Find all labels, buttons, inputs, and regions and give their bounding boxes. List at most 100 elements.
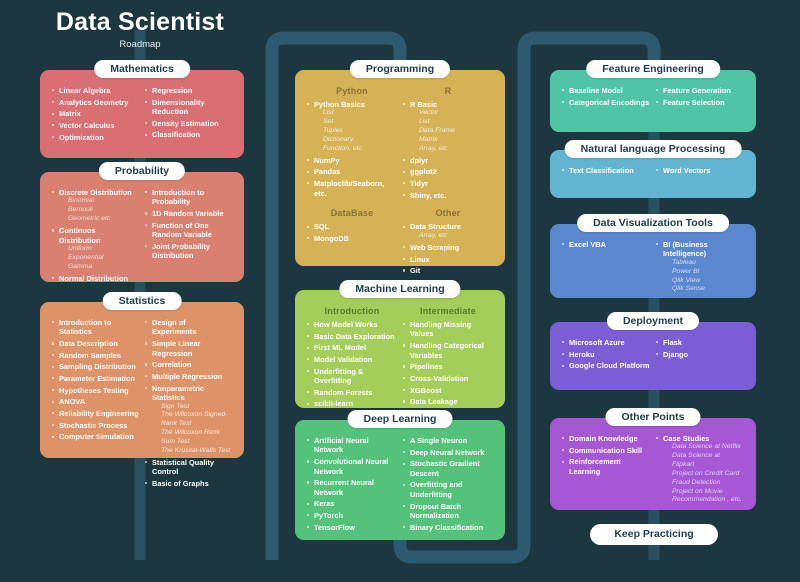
topic-item[interactable]: Correlation [145,360,232,369]
topic-item[interactable]: Flask [656,338,744,347]
card-deployment[interactable]: Deployment Microsoft Azure Heroku Google C… [550,312,756,390]
topic-item[interactable]: MongoDB [307,234,397,243]
topic-item[interactable]: Python Basics List Set Tuples Dictionary Func… [307,100,397,154]
topic-item[interactable]: Nonparametric Statistics Sign Test The Wil… [145,384,232,456]
topic-item[interactable]: Design of Experiments [145,318,232,337]
topic-item[interactable]: Git [403,266,493,275]
topic-item[interactable]: Excel VBA [562,240,650,249]
topic-item[interactable]: Classification [145,130,232,139]
topic-item[interactable]: Random Forests [307,388,397,397]
topic-item[interactable]: Feature Selection [656,98,744,107]
topic-item[interactable]: Stochastic Gradient Descent [403,459,493,478]
topic-item[interactable]: Word Vectors [656,166,744,175]
topic-item[interactable]: ANOVA [52,397,139,406]
topic-item[interactable]: SQL [307,222,397,231]
topic-item[interactable]: Deep Neural Network [403,448,493,457]
topic-item[interactable]: Shiny, etc. [403,191,493,200]
topic-item[interactable]: Discrete Distribution Binomial Bernouli Geo… [52,188,139,224]
topic-item[interactable]: BI (Business Intelligence) Tableau Power B… [656,240,744,294]
topic-item[interactable]: Reliability Engineering [52,409,139,418]
topic-item[interactable]: scikit-learn [307,399,397,408]
card-probability[interactable]: Probability Discrete Distribution Binomia… [40,162,244,283]
topic-item[interactable]: Matrix [52,109,139,118]
card-nlp[interactable]: Natural language Processing Text Classif… [550,140,756,198]
card-feature-engineering[interactable]: Feature Engineering Baseline Model Catego… [550,60,756,132]
topic-item[interactable]: Statistical Quality Control [145,458,232,477]
topic-item[interactable]: TensorFlow [307,523,397,532]
topic-item[interactable]: Hypotheses Testing [52,386,139,395]
card-programming[interactable]: Programming Python Python Basics List Set Tu… [295,60,505,275]
topic-item[interactable]: Web Scraping [403,243,493,252]
topic-item[interactable]: PyTorch [307,511,397,520]
topic-item[interactable]: A Single Neuron [403,436,493,445]
topic-item[interactable]: Continuos Distribution Uniform Exponential… [52,226,139,271]
topic-item[interactable]: dplyr [403,156,493,165]
topic-item[interactable]: Vector Calculus [52,121,139,130]
topic-item[interactable]: Categorical Encodings [562,98,650,107]
topic-item[interactable]: Baseline Model [562,86,650,95]
topic-item[interactable]: Function of One Random Variable [145,221,232,240]
topic-item[interactable]: Introduction to Probability [145,188,232,207]
topic-item[interactable]: Linux [403,255,493,264]
card-statistics[interactable]: Statistics Introduction to Statistics Dat… [40,292,244,488]
topic-item[interactable]: Keras [307,499,397,508]
topic-item[interactable]: Normal Distribution [52,274,139,283]
topic-item[interactable]: Text Classification [562,166,650,175]
topic-item[interactable]: Basic of Graphs [145,479,232,488]
card-other-points[interactable]: Other Points Domain Knowledge Communicati… [550,408,756,510]
topic-item[interactable]: Handling Missing Values [403,320,493,339]
topic-item[interactable]: Tidyr [403,179,493,188]
topic-item[interactable]: NumPy [307,156,397,165]
topic-item[interactable]: Recurrent Neural Network [307,478,397,497]
topic-item[interactable]: Pipelines [403,362,493,371]
topic-item[interactable]: Random Samples [52,351,139,360]
topic-item[interactable]: Sampling Distribution [52,362,139,371]
topic-item[interactable]: Pandas [307,167,397,176]
topic-item[interactable]: Binary Classification [403,523,493,532]
topic-item[interactable]: Joint Probability Distribution [145,242,232,261]
topic-item[interactable]: Computer Simulation [52,432,139,441]
topic-item[interactable]: Data Description [52,339,139,348]
topic-item[interactable]: Convolutional Neural Network [307,457,397,476]
topic-item[interactable]: 1D Random Variable [145,209,232,218]
topic-item[interactable]: Linear Algebra [52,86,139,95]
topic-item[interactable]: Stochastic Process [52,421,139,430]
topic-item[interactable]: Overfitting and Underfitting [403,480,493,499]
topic-item[interactable]: Dropout Batch Normalization [403,502,493,521]
card-data-visualization[interactable]: Data Visualization Tools Excel VBA BI (Bu… [550,214,756,298]
topic-item[interactable]: How Model Works [307,320,397,329]
topic-item[interactable]: Django [656,350,744,359]
topic-item[interactable]: Optimization [52,133,139,142]
topic-item[interactable]: XGBoost [403,386,493,395]
topic-item[interactable]: Microsoft Azure [562,338,650,347]
topic-item[interactable]: Introduction to Statistics [52,318,139,337]
topic-item[interactable]: Artificial Neural Network [307,436,397,455]
card-machine-learning[interactable]: Machine Learning Introduction How Model W… [295,280,505,408]
topic-item[interactable]: Model Validation [307,355,397,364]
topic-item[interactable]: Simple Linear Regression [145,339,232,358]
topic-item[interactable]: Case Studies Data Science at Netflix Data … [656,434,744,505]
topic-item[interactable]: Analytics Geometry [52,98,139,107]
topic-item[interactable]: Google Cloud Platform [562,361,650,370]
topic-item[interactable]: Matploclib/Seaborn, etc. [307,179,397,198]
topic-item[interactable]: First ML Model [307,343,397,352]
topic-item[interactable]: Multiple Regression [145,372,232,381]
topic-item[interactable]: Basic Data Exploration [307,332,397,341]
topic-item[interactable]: Domain Knowledge [562,434,650,443]
topic-item[interactable]: Feature Generation [656,86,744,95]
topic-item[interactable]: Density Estimation [145,119,232,128]
topic-item[interactable]: Regression [145,86,232,95]
topic-item[interactable]: R Basic Vector List Data Frame Matrix Array, … [403,100,493,154]
card-mathematics[interactable]: Mathematics Linear Algebra Analytics Geom… [40,60,244,158]
topic-item[interactable]: Handling Categorical Variables [403,341,493,360]
topic-item[interactable]: ggplot2 [403,167,493,176]
topic-item[interactable]: Data Structure Array, etc [403,222,493,240]
topic-item[interactable]: Communication Skill [562,446,650,455]
topic-item[interactable]: Heroku [562,350,650,359]
topic-item[interactable]: Cross-Validation [403,374,493,383]
keep-practicing-pill[interactable]: Keep Practicing [590,524,718,545]
topic-item[interactable]: Parameter Estimation [52,374,139,383]
card-deep-learning[interactable]: Deep Learning Artificial Neural Network C… [295,410,505,540]
topic-item[interactable]: Underfitting & Overfitting [307,367,397,386]
topic-item[interactable]: Reinforcement Learning [562,457,650,476]
